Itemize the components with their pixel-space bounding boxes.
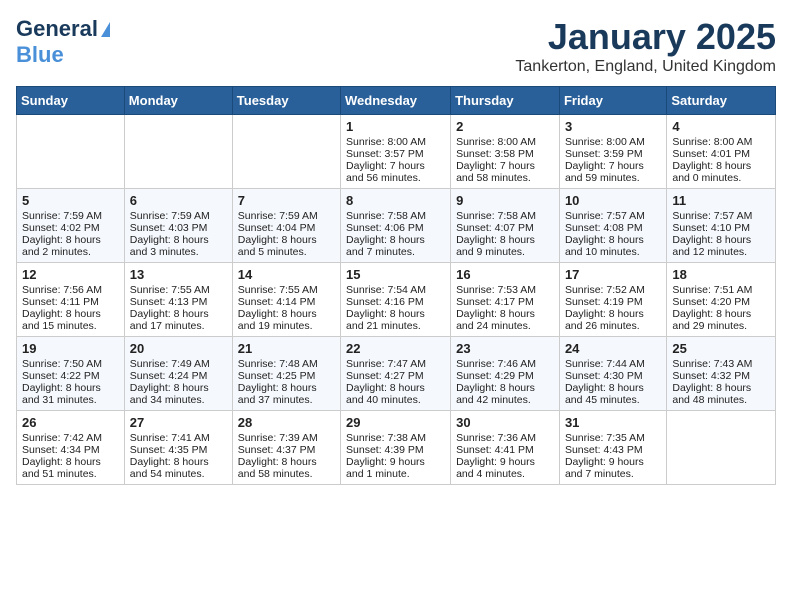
calendar-cell: 4Sunrise: 8:00 AMSunset: 4:01 PMDaylight… — [667, 115, 776, 189]
day-number: 23 — [456, 341, 554, 356]
calendar-cell: 12Sunrise: 7:56 AMSunset: 4:11 PMDayligh… — [17, 263, 125, 337]
calendar-cell: 5Sunrise: 7:59 AMSunset: 4:02 PMDaylight… — [17, 189, 125, 263]
day-number: 3 — [565, 119, 661, 134]
day-number: 7 — [238, 193, 335, 208]
day-number: 9 — [456, 193, 554, 208]
calendar-cell: 6Sunrise: 7:59 AMSunset: 4:03 PMDaylight… — [124, 189, 232, 263]
calendar-cell: 3Sunrise: 8:00 AMSunset: 3:59 PMDaylight… — [559, 115, 666, 189]
calendar-cell: 27Sunrise: 7:41 AMSunset: 4:35 PMDayligh… — [124, 411, 232, 485]
day-number: 5 — [22, 193, 119, 208]
day-number: 17 — [565, 267, 661, 282]
day-number: 29 — [346, 415, 445, 430]
calendar-table: SundayMondayTuesdayWednesdayThursdayFrid… — [16, 86, 776, 485]
day-number: 31 — [565, 415, 661, 430]
title-block: January 2025 Tankerton, England, United … — [515, 16, 776, 76]
calendar-cell: 25Sunrise: 7:43 AMSunset: 4:32 PMDayligh… — [667, 337, 776, 411]
day-number: 15 — [346, 267, 445, 282]
calendar-subtitle: Tankerton, England, United Kingdom — [515, 58, 776, 76]
day-number: 19 — [22, 341, 119, 356]
calendar-cell: 26Sunrise: 7:42 AMSunset: 4:34 PMDayligh… — [17, 411, 125, 485]
day-number: 25 — [672, 341, 770, 356]
day-number: 24 — [565, 341, 661, 356]
day-number: 20 — [130, 341, 227, 356]
calendar-cell — [232, 115, 340, 189]
logo-blue-text: Blue — [16, 42, 64, 67]
calendar-cell: 24Sunrise: 7:44 AMSunset: 4:30 PMDayligh… — [559, 337, 666, 411]
calendar-cell: 7Sunrise: 7:59 AMSunset: 4:04 PMDaylight… — [232, 189, 340, 263]
day-number: 13 — [130, 267, 227, 282]
calendar-cell: 20Sunrise: 7:49 AMSunset: 4:24 PMDayligh… — [124, 337, 232, 411]
day-number: 18 — [672, 267, 770, 282]
calendar-cell: 13Sunrise: 7:55 AMSunset: 4:13 PMDayligh… — [124, 263, 232, 337]
day-number: 12 — [22, 267, 119, 282]
calendar-cell: 2Sunrise: 8:00 AMSunset: 3:58 PMDaylight… — [451, 115, 560, 189]
day-number: 1 — [346, 119, 445, 134]
calendar-cell: 1Sunrise: 8:00 AMSunset: 3:57 PMDaylight… — [341, 115, 451, 189]
weekday-header: Saturday — [667, 87, 776, 115]
calendar-cell: 23Sunrise: 7:46 AMSunset: 4:29 PMDayligh… — [451, 337, 560, 411]
calendar-cell: 16Sunrise: 7:53 AMSunset: 4:17 PMDayligh… — [451, 263, 560, 337]
calendar-cell: 14Sunrise: 7:55 AMSunset: 4:14 PMDayligh… — [232, 263, 340, 337]
weekday-header: Monday — [124, 87, 232, 115]
calendar-cell: 10Sunrise: 7:57 AMSunset: 4:08 PMDayligh… — [559, 189, 666, 263]
day-number: 14 — [238, 267, 335, 282]
calendar-cell: 22Sunrise: 7:47 AMSunset: 4:27 PMDayligh… — [341, 337, 451, 411]
weekday-header: Thursday — [451, 87, 560, 115]
calendar-cell: 21Sunrise: 7:48 AMSunset: 4:25 PMDayligh… — [232, 337, 340, 411]
calendar-cell: 15Sunrise: 7:54 AMSunset: 4:16 PMDayligh… — [341, 263, 451, 337]
day-number: 21 — [238, 341, 335, 356]
day-number: 10 — [565, 193, 661, 208]
logo-triangle-icon — [101, 22, 110, 37]
calendar-cell: 29Sunrise: 7:38 AMSunset: 4:39 PMDayligh… — [341, 411, 451, 485]
day-number: 27 — [130, 415, 227, 430]
weekday-header: Friday — [559, 87, 666, 115]
calendar-cell: 17Sunrise: 7:52 AMSunset: 4:19 PMDayligh… — [559, 263, 666, 337]
day-number: 22 — [346, 341, 445, 356]
day-number: 16 — [456, 267, 554, 282]
calendar-cell: 9Sunrise: 7:58 AMSunset: 4:07 PMDaylight… — [451, 189, 560, 263]
calendar-cell: 30Sunrise: 7:36 AMSunset: 4:41 PMDayligh… — [451, 411, 560, 485]
weekday-header: Sunday — [17, 87, 125, 115]
day-number: 6 — [130, 193, 227, 208]
logo: General Blue — [16, 16, 110, 68]
page-header: General Blue January 2025 Tankerton, Eng… — [16, 16, 776, 76]
day-number: 8 — [346, 193, 445, 208]
weekday-header: Wednesday — [341, 87, 451, 115]
day-number: 4 — [672, 119, 770, 134]
weekday-header: Tuesday — [232, 87, 340, 115]
calendar-cell — [667, 411, 776, 485]
day-number: 11 — [672, 193, 770, 208]
calendar-cell: 18Sunrise: 7:51 AMSunset: 4:20 PMDayligh… — [667, 263, 776, 337]
day-number: 30 — [456, 415, 554, 430]
calendar-cell — [124, 115, 232, 189]
calendar-cell — [17, 115, 125, 189]
logo-text: General — [16, 16, 98, 42]
calendar-title: January 2025 — [515, 16, 776, 58]
calendar-cell: 31Sunrise: 7:35 AMSunset: 4:43 PMDayligh… — [559, 411, 666, 485]
calendar-cell: 19Sunrise: 7:50 AMSunset: 4:22 PMDayligh… — [17, 337, 125, 411]
calendar-cell: 8Sunrise: 7:58 AMSunset: 4:06 PMDaylight… — [341, 189, 451, 263]
calendar-cell: 28Sunrise: 7:39 AMSunset: 4:37 PMDayligh… — [232, 411, 340, 485]
calendar-cell: 11Sunrise: 7:57 AMSunset: 4:10 PMDayligh… — [667, 189, 776, 263]
day-number: 28 — [238, 415, 335, 430]
day-number: 26 — [22, 415, 119, 430]
day-number: 2 — [456, 119, 554, 134]
